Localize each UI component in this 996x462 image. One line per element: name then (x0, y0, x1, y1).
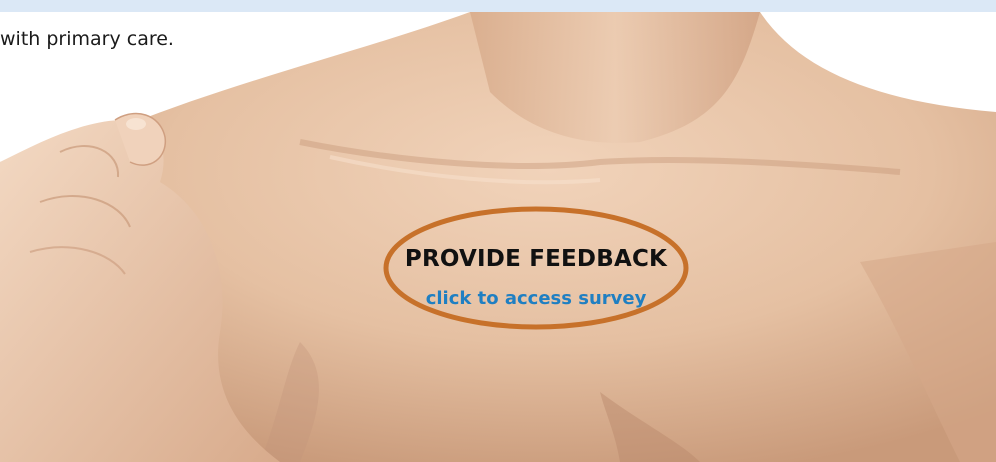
provide-feedback-link[interactable]: PROVIDE FEEDBACK click to access survey (382, 204, 690, 332)
feedback-title: PROVIDE FEEDBACK (404, 246, 668, 272)
page: with primary care. PROVIDE FEEDBACK clic… (0, 0, 996, 462)
top-band (0, 0, 996, 12)
survey-link[interactable]: click to access survey (382, 288, 690, 309)
intro-text: with primary care. (0, 28, 174, 50)
